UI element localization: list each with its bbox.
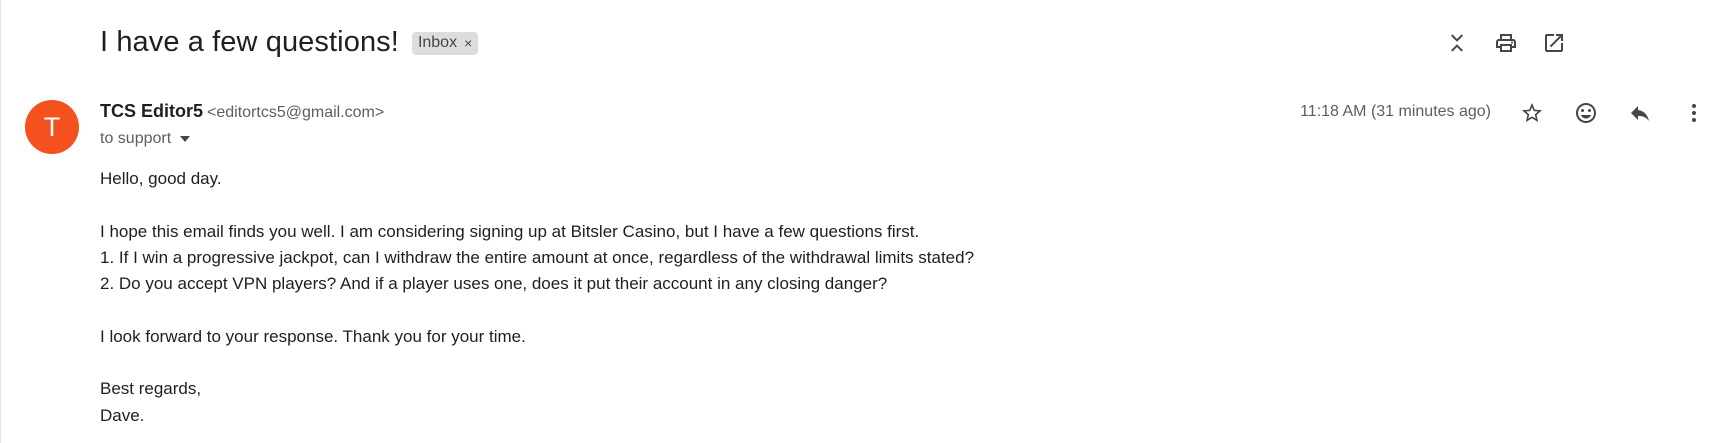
open-in-new-window-button[interactable] — [1539, 28, 1569, 58]
left-divider — [0, 0, 1, 443]
label-chip-text: Inbox — [417, 33, 458, 51]
sender-name[interactable]: TCS Editor5 — [100, 101, 203, 121]
body-line-intro: I hope this email finds you well. I am c… — [100, 221, 920, 241]
body-line-question-2: 2. Do you accept VPN players? And if a p… — [100, 274, 888, 294]
star-icon — [1522, 103, 1542, 122]
sender-avatar[interactable]: T — [25, 100, 79, 154]
open-in-new-window-icon — [1545, 34, 1563, 52]
recipient-line: to support — [100, 130, 191, 148]
signoff-line: Best regards, — [100, 379, 202, 399]
remove-label-icon[interactable]: × — [464, 35, 472, 51]
show-details-chevron-icon[interactable] — [180, 136, 191, 142]
sender-email: <editortcs5@gmail.com> — [207, 104, 385, 121]
body-line-closing: I look forward to your response. Thank y… — [100, 326, 526, 346]
emoji-icon — [1576, 103, 1596, 123]
signature-line: Dave. — [100, 405, 145, 425]
collapse-all-button[interactable] — [1442, 28, 1472, 58]
print-button[interactable] — [1491, 28, 1521, 58]
more-vert-icon — [1692, 104, 1696, 122]
sender-line: TCS Editor5 <editortcs5@gmail.com> — [100, 101, 384, 122]
label-chip-inbox[interactable]: Inbox × — [411, 31, 479, 55]
star-button[interactable] — [1517, 98, 1547, 128]
add-reaction-button[interactable] — [1571, 98, 1601, 128]
message-timestamp[interactable]: 11:18 AM (31 minutes ago) — [1300, 103, 1491, 121]
greeting-line: Hello, good day. — [100, 169, 222, 188]
collapse-all-icon — [1451, 34, 1463, 52]
email-subject: I have a few questions! — [100, 25, 399, 58]
message-body: Hello, good day. I hope this email finds… — [100, 166, 974, 429]
body-line-question-1: 1. If I win a progressive jackpot, can I… — [100, 247, 975, 267]
print-icon — [1496, 34, 1516, 52]
subject-row: I have a few questions! Inbox × — [100, 22, 479, 62]
more-options-button[interactable] — [1679, 98, 1709, 128]
reply-button[interactable] — [1625, 98, 1655, 128]
recipient-label: to support — [100, 130, 172, 147]
reply-icon — [1631, 106, 1649, 121]
